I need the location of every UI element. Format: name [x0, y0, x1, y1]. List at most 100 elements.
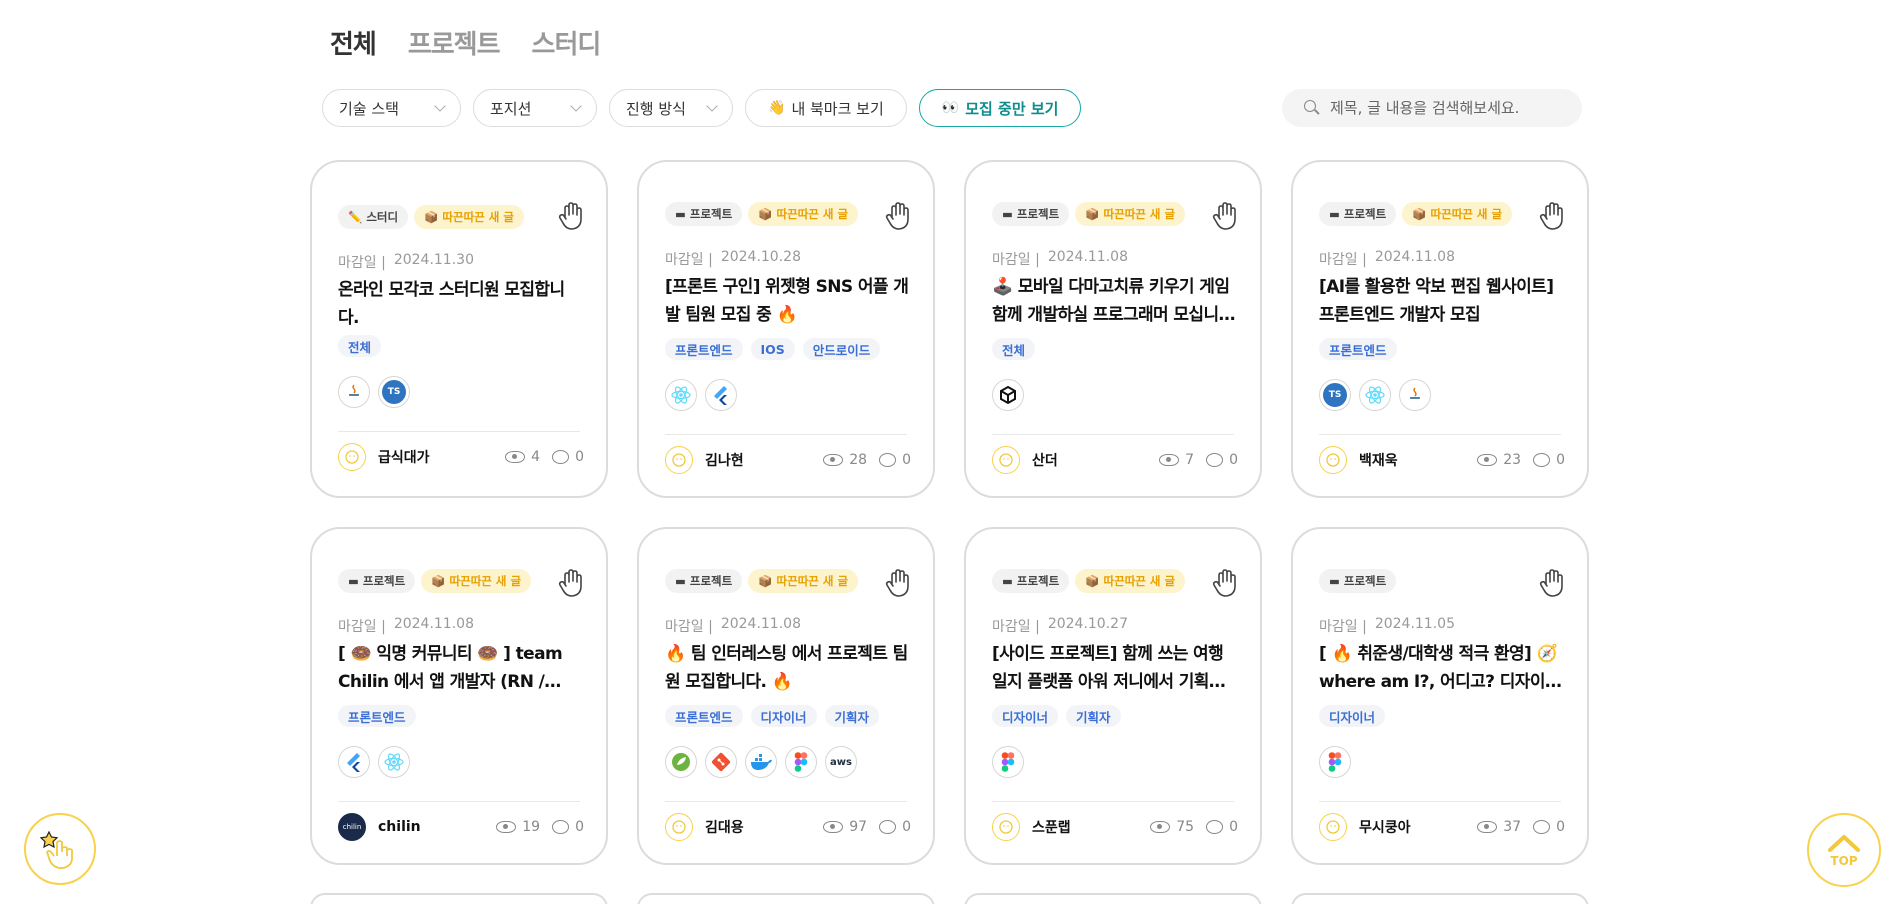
java-icon — [338, 376, 370, 408]
position-select[interactable]: 포지션 — [473, 89, 597, 127]
post-card[interactable]: ▬ 프로젝트 📦 따끈따끈 새 글 마감일 | 2024.10.28 [프론트 구인] 위젯… — [637, 160, 935, 498]
typescript-icon: TS — [378, 376, 410, 408]
category-badge: ▬ 프로젝트 — [992, 569, 1070, 593]
stack-list: aws — [665, 746, 857, 778]
comment-count: 0 — [1229, 452, 1238, 468]
deadline-date: 2024.11.08 — [720, 616, 801, 632]
chevron-down-icon — [570, 99, 582, 112]
post-title[interactable]: [사이드 프로젝트] 함께 쓰는 여행일지 플랫폼 아워 저니에서 기획자와 디… — [992, 640, 1238, 696]
post-title[interactable]: [ 🔥 취준생/대학생 적극 환영] 🧭 where am I?, 어디고? 디… — [1319, 640, 1565, 696]
position-label: 포지션 — [490, 99, 532, 118]
position-tag: 디자이너 — [750, 705, 817, 727]
tech-stack-select[interactable]: 기술 스택 — [322, 89, 461, 127]
bookmark-button[interactable]: 👋 내 북마크 보기 — [745, 89, 907, 127]
tab-study[interactable]: 스터디 — [532, 24, 602, 61]
post-card[interactable]: ▬ 프로젝트 📦 따끈따끈 새 글 마감일 | 2024.11.08[ 🍩 익명 커뮤니티… — [310, 527, 608, 865]
figma-icon — [785, 746, 817, 778]
category-badge: ▬ 프로젝트 — [665, 202, 743, 226]
new-badge-label: 따끈따끈 새 글 — [1430, 207, 1503, 221]
card-footer: 김나현 28 0 — [665, 446, 911, 474]
scroll-top-button[interactable]: TOP — [1807, 813, 1881, 887]
hand-raise-bookmark-icon[interactable] — [556, 200, 588, 232]
deadline-label: 마감일 | — [992, 252, 1040, 268]
position-tag: 기획자 — [824, 705, 880, 727]
author-name: 산더 — [1032, 453, 1058, 469]
method-select[interactable]: 진행 방식 — [609, 89, 733, 127]
eyes-icon: 👀 — [941, 100, 960, 116]
position-tag: 디자이너 — [992, 705, 1059, 727]
post-card[interactable]: ▬ 프로젝트 마감일 | 2024.11.05 [ 🔥 취준생/대학생 적극 환영] 🧭… — [1291, 527, 1589, 865]
category-badge: ▬ 프로젝트 — [665, 569, 743, 593]
tab-project[interactable]: 프로젝트 — [408, 24, 501, 61]
card-badges: ▬ 프로젝트 📦 따끈따끈 새 글 — [338, 569, 532, 593]
view-count: 28 — [849, 452, 868, 468]
post-title[interactable]: [ 🍩 익명 커뮤니티 🍩 ] team Chilin 에서 앱 개발자 (RN… — [338, 640, 584, 696]
post-card[interactable]: ▬ 프로젝트 📦 따끈따끈 새 글 마감일 | 2024.10.27 [사이드 프로젝트] … — [964, 527, 1262, 865]
tab-all[interactable]: 전체 — [330, 24, 377, 61]
card-peek — [310, 893, 608, 904]
tech-stack-label: 기술 스택 — [339, 99, 399, 118]
hand-raise-bookmark-icon[interactable] — [556, 567, 588, 599]
post-title[interactable]: 온라인 모각코 스터디원 모집합니다. — [338, 276, 584, 332]
post-title[interactable]: 🔥 팀 인터레스팅 에서 프로젝트 팀원 모집합니다. 🔥 — [665, 640, 911, 696]
hand-raise-bookmark-icon[interactable] — [883, 200, 915, 232]
category-badge: ✏️ 스터디 — [338, 205, 409, 229]
post-card[interactable]: ▬ 프로젝트 📦 따끈따끈 새 글 마감일 | 2024.11.08 🔥 팀 인터레스팅 에… — [637, 527, 935, 865]
hand-raise-bookmark-icon[interactable] — [1210, 200, 1242, 232]
new-post-badge: 📦 따끈따끈 새 글 — [1402, 202, 1513, 226]
post-card[interactable]: ✏️ 스터디 📦 따끈따끈 새 글 마감일 | 2024.11.30 온라인 모각코 스터디… — [310, 160, 608, 498]
hand-raise-bookmark-icon[interactable] — [1537, 567, 1569, 599]
deadline-date: 2024.11.30 — [393, 252, 474, 268]
category-label: 스터디 — [366, 210, 399, 224]
folder-icon: ▬ — [348, 574, 359, 588]
author-name: 백재욱 — [1359, 453, 1398, 469]
divider — [1319, 434, 1561, 435]
chevron-down-icon — [706, 99, 718, 112]
finger-star-icon — [39, 830, 73, 869]
post-title[interactable]: [프론트 구인] 위젯형 SNS 어플 개발 팀원 모집 중 🔥 — [665, 273, 911, 329]
divider — [1319, 801, 1561, 802]
post-card[interactable]: ▬ 프로젝트 📦 따끈따끈 새 글 마감일 | 2024.11.08 [AI를 활용한 악보… — [1291, 160, 1589, 498]
comment-count: 0 — [902, 452, 911, 468]
deadline-label: 마감일 | — [338, 619, 386, 635]
new-badge-label: 따끈따끈 새 글 — [1103, 207, 1176, 221]
deadline-date: 2024.11.08 — [1374, 249, 1455, 265]
hand-raise-bookmark-icon[interactable] — [1210, 567, 1242, 599]
post-title[interactable]: 🕹️ 모바일 다마고치류 키우기 게임 함께 개발하실 프로그래머 모십니다! — [992, 273, 1238, 329]
figma-icon — [1319, 746, 1351, 778]
search-input[interactable] — [1330, 99, 1560, 117]
search-box[interactable] — [1282, 89, 1582, 127]
hand-raise-bookmark-icon[interactable] — [1537, 200, 1569, 232]
comment-count: 0 — [902, 819, 911, 835]
write-post-button[interactable] — [24, 813, 96, 885]
author-name: 김대용 — [705, 820, 744, 836]
folder-icon: ▬ — [675, 574, 686, 588]
recruiting-only-button[interactable]: 👀 모집 중만 보기 — [918, 89, 1082, 127]
card-badges: ▬ 프로젝트 📦 따끈따끈 새 글 — [992, 569, 1186, 593]
category-label: 프로젝트 — [1343, 574, 1387, 588]
react-icon — [665, 379, 697, 411]
position-tag: 프론트엔드 — [665, 338, 743, 360]
hand-raise-bookmark-icon[interactable] — [883, 567, 915, 599]
position-list: 프론트엔드 디자이너 기획자 — [665, 705, 880, 727]
author-name: 스푼랩 — [1032, 820, 1071, 836]
unity-icon — [992, 379, 1024, 411]
avatar — [992, 446, 1020, 474]
eye-icon — [1150, 821, 1171, 833]
category-label: 프로젝트 — [1343, 207, 1387, 221]
chevron-up-icon — [1828, 835, 1860, 852]
position-tag: 전체 — [338, 335, 382, 357]
card-badges: ▬ 프로젝트 📦 따끈따끈 새 글 — [1319, 202, 1513, 226]
card-peek — [964, 893, 1262, 904]
deadline: 마감일 | 2024.10.28 — [665, 249, 801, 269]
comment-count: 0 — [1556, 452, 1565, 468]
new-badge-label: 따끈따끈 새 글 — [1103, 574, 1176, 588]
wave-hand-icon: 👋 — [768, 100, 786, 116]
deadline-date: 2024.11.05 — [1374, 616, 1455, 632]
post-card[interactable]: ▬ 프로젝트 📦 따끈따끈 새 글 마감일 | 2024.11.08 🕹️ 모바일 다마고치… — [964, 160, 1262, 498]
post-title[interactable]: [AI를 활용한 악보 편집 웹사이트] 프론트엔드 개발자 모집 — [1319, 273, 1565, 329]
divider — [338, 431, 580, 432]
docker-icon — [745, 746, 777, 778]
deadline-label: 마감일 | — [665, 619, 713, 635]
avatar — [1319, 813, 1347, 841]
